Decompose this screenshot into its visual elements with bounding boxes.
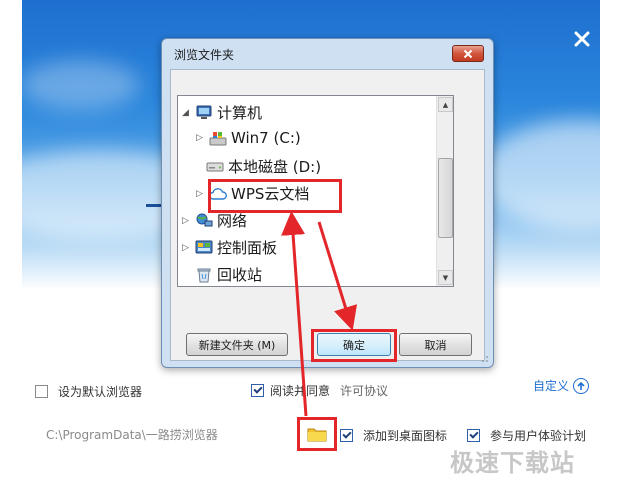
customize-label: 自定义 xyxy=(533,379,570,393)
tree-label-drive-d: 本地磁盘 (D:) xyxy=(228,158,322,176)
ok-button[interactable]: 确定 xyxy=(317,333,391,356)
add-desktop-label: 添加到桌面图标 xyxy=(363,429,448,443)
cancel-button[interactable]: 取消 xyxy=(399,333,472,356)
set-default-checkbox[interactable] xyxy=(35,385,48,398)
tree-label-control-panel: 控制面板 xyxy=(217,239,278,257)
tree-item-control-panel[interactable]: ▷ 控制面板 xyxy=(182,237,277,258)
read-agree-label: 阅读并同意 xyxy=(270,384,331,398)
join-ux-plan-option[interactable]: 参与用户体验计划 xyxy=(467,427,586,444)
install-path[interactable]: C:\ProgramData\一路捞浏览器 xyxy=(46,426,218,443)
join-ux-checkbox[interactable] xyxy=(467,429,480,442)
tree-item-drive-c[interactable]: ▷ Win7 (C:) xyxy=(196,129,301,147)
read-agree-checkbox[interactable] xyxy=(251,384,264,397)
tree-item-computer[interactable]: ◢ 计算机 xyxy=(182,102,262,123)
windows-drive-icon xyxy=(209,130,227,146)
collapsed-arrow-icon[interactable]: ▷ xyxy=(182,216,192,226)
arrow-up-circle-icon xyxy=(573,377,590,394)
drive-d-highlight xyxy=(208,179,342,213)
add-desktop-icon-option[interactable]: 添加到桌面图标 xyxy=(340,427,447,444)
control-panel-icon xyxy=(195,240,213,256)
tree-label-recycle-bin: 回收站 xyxy=(217,266,263,284)
collapsed-arrow-icon[interactable]: ▷ xyxy=(182,243,192,253)
dialog-close-button[interactable] xyxy=(452,45,484,62)
read-agree-option[interactable]: 阅读并同意 许可协议 xyxy=(251,382,388,399)
set-default-browser-option[interactable]: 设为默认浏览器 xyxy=(35,383,142,400)
folder-icon xyxy=(307,428,327,442)
browse-folder-button[interactable] xyxy=(297,417,337,451)
join-ux-label: 参与用户体验计划 xyxy=(490,429,587,443)
dialog-titlebar[interactable]: 浏览文件夹 xyxy=(162,39,493,69)
scroll-up-icon[interactable]: ▲ xyxy=(438,97,453,112)
expanded-arrow-icon[interactable]: ◢ xyxy=(182,108,192,118)
collapsed-arrow-icon[interactable]: ▷ xyxy=(196,189,206,199)
tree-label-network: 网络 xyxy=(217,212,248,230)
network-icon xyxy=(195,213,213,229)
tree-item-recycle-bin[interactable]: 回收站 xyxy=(195,264,262,285)
browse-folder-dialog: 浏览文件夹 ◢ 计算机 ▷ Win7 (C:) 本地磁盘 (D:) ▷ WPS云… xyxy=(161,38,494,368)
tree-label-drive-c: Win7 (C:) xyxy=(231,129,301,147)
close-icon[interactable] xyxy=(573,30,591,48)
scroll-thumb[interactable] xyxy=(438,158,453,238)
hard-drive-icon xyxy=(206,159,224,175)
resize-grip-icon[interactable] xyxy=(481,355,489,363)
add-desktop-checkbox[interactable] xyxy=(340,429,353,442)
tree-label-computer: 计算机 xyxy=(217,104,263,122)
scroll-down-icon[interactable]: ▼ xyxy=(438,270,453,285)
watermark: 极速下载站 xyxy=(450,449,575,477)
new-folder-button[interactable]: 新建文件夹 (M) xyxy=(186,333,288,356)
computer-icon xyxy=(195,105,213,121)
tree-item-drive-d[interactable]: 本地磁盘 (D:) xyxy=(206,156,321,177)
dialog-title: 浏览文件夹 xyxy=(174,47,235,62)
set-default-label: 设为默认浏览器 xyxy=(58,385,143,399)
customize-link[interactable]: 自定义 xyxy=(533,377,590,394)
tree-item-network[interactable]: ▷ 网络 xyxy=(182,210,247,231)
license-link[interactable]: 许可协议 xyxy=(340,382,388,399)
collapsed-arrow-icon[interactable]: ▷ xyxy=(196,133,206,143)
tree-scrollbar[interactable]: ▲ ▼ xyxy=(436,96,453,286)
close-icon xyxy=(463,49,473,58)
recycle-bin-icon xyxy=(195,267,213,283)
